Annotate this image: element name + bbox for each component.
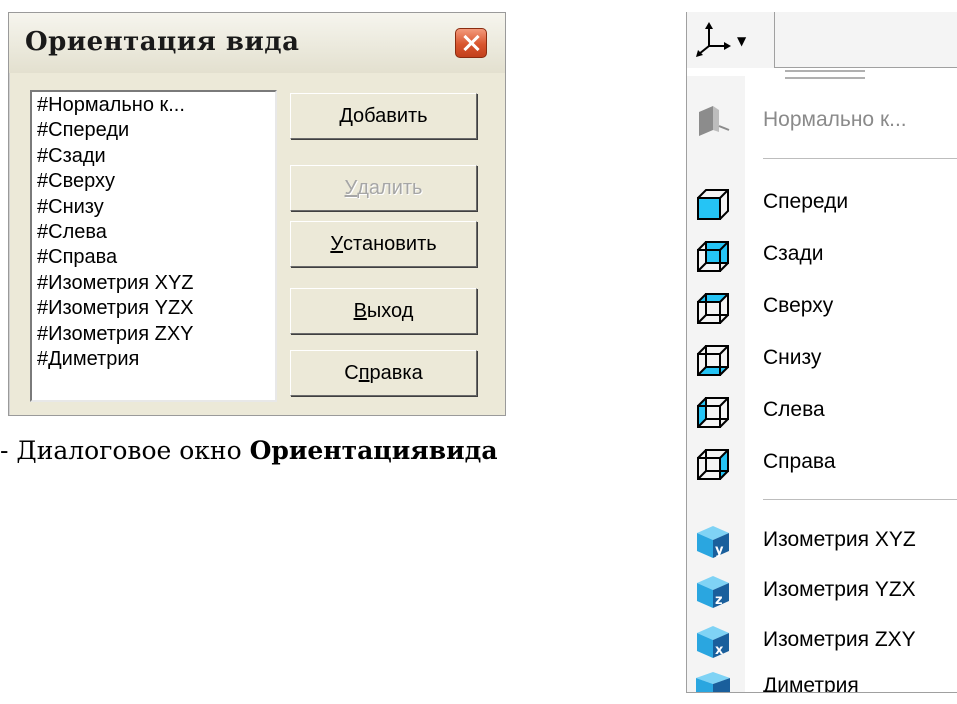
help-button[interactable]: Сп равка [290, 350, 477, 396]
menu-item-label: Нормально к... [763, 108, 907, 131]
axes-icon [696, 22, 731, 57]
left-view-icon [697, 397, 729, 428]
menu-item-label: Диметрия [763, 674, 859, 693]
menu-item-label: Слева [763, 398, 825, 421]
delete-button-accesskey: У [344, 176, 358, 199]
set-button-accesskey: У [330, 232, 344, 255]
bottom-view-icon [697, 345, 729, 376]
list-item[interactable]: #Слева [37, 220, 275, 245]
isometric-yzx-icon: z [697, 576, 729, 608]
menu-item-label: Спереди [763, 190, 849, 213]
help-button-label-pre: С [344, 361, 359, 384]
list-item[interactable]: #Нормально к... [37, 93, 275, 118]
cube-badge: z [715, 593, 723, 608]
cube-badge: y [715, 543, 724, 558]
add-button-label: обавить [352, 104, 428, 127]
menu-separator [763, 499, 957, 500]
menu-item-isometric-xyz[interactable]: y Изометрия XYZ [687, 516, 957, 568]
help-button-label: равка [369, 361, 423, 384]
add-button-accesskey: Д [339, 104, 353, 127]
dimetric-icon [696, 672, 730, 692]
menu-item-label: Справа [763, 450, 836, 473]
list-item[interactable]: #Диметрия [37, 347, 275, 372]
menu-item-label: Изометрия XYZ [763, 528, 916, 551]
menu-item-top[interactable]: Сверху [687, 282, 957, 334]
delete-button-label: далить [357, 176, 423, 199]
view-list[interactable]: #Нормально к... #Спереди #Сзади #Сверху … [30, 90, 277, 402]
set-button-label: становить [343, 232, 437, 255]
set-button[interactable]: Установить [290, 221, 477, 267]
dialog-titlebar[interactable]: Ориентация вида [9, 13, 505, 73]
cube-badge: x [715, 643, 724, 658]
exit-button-label: ыход [366, 299, 414, 322]
menu-item-normal[interactable]: Нормально к... [687, 96, 957, 148]
orientation-dropdown-button[interactable]: ▼ [687, 12, 775, 68]
isometric-xyz-icon: y [697, 526, 729, 558]
delete-button[interactable]: Удалить [290, 165, 477, 211]
orientation-dialog: Ориентация вида #Нормально к... #Спереди… [8, 12, 506, 416]
chevron-down-icon[interactable]: ▼ [737, 34, 746, 48]
right-view-icon [697, 449, 729, 480]
menu-separator [763, 158, 957, 159]
add-button[interactable]: Добавить [290, 93, 477, 139]
list-item[interactable]: #Изометрия XYZ [37, 271, 275, 296]
menu-item-left[interactable]: Слева [687, 386, 957, 438]
orientation-toolbar: ▼ Нормально к... Спереди Сзади Сверху Сн… [686, 12, 957, 693]
menu-item-isometric-yzx[interactable]: z Изометрия YZX [687, 566, 957, 618]
menu-item-label: Изометрия YZX [763, 578, 916, 601]
menu-item-right[interactable]: Справа [687, 438, 957, 490]
list-item[interactable]: #Сверху [37, 169, 275, 194]
menu-item-isometric-zxy[interactable]: x Изометрия ZXY [687, 616, 957, 668]
dialog-title: Ориентация вида [25, 27, 300, 57]
list-item[interactable]: #Спереди [37, 118, 275, 143]
menu-item-back[interactable]: Сзади [687, 230, 957, 282]
list-item[interactable]: #Снизу [37, 195, 275, 220]
menu-item-dimetric[interactable]: Диметрия [687, 662, 957, 693]
isometric-zxy-icon: x [697, 626, 729, 658]
menu-item-label: Снизу [763, 346, 822, 369]
menu-item-label: Изометрия ZXY [763, 628, 916, 651]
caption-bold: Ориентациявида [249, 436, 498, 465]
exit-button-accesskey: В [353, 299, 367, 322]
top-view-icon [697, 293, 729, 324]
menu-item-label: Сзади [763, 242, 824, 265]
front-view-icon [697, 189, 729, 220]
list-item[interactable]: #Справа [37, 245, 275, 270]
drag-handle[interactable] [785, 70, 865, 79]
menu-item-bottom[interactable]: Снизу [687, 334, 957, 386]
list-item[interactable]: #Изометрия YZX [37, 296, 275, 321]
back-view-icon [697, 241, 729, 272]
figure-caption: - Диалоговое окно Ориентациявида [0, 436, 498, 465]
close-icon[interactable] [455, 28, 487, 58]
menu-item-label: Сверху [763, 294, 834, 317]
normal-view-icon [699, 106, 730, 136]
exit-button[interactable]: Выход [290, 288, 477, 334]
caption-text: - Диалоговое окно [0, 436, 250, 465]
help-button-accesskey: п [358, 361, 370, 384]
list-item[interactable]: #Изометрия ZXY [37, 322, 275, 347]
list-item[interactable]: #Сзади [37, 144, 275, 169]
toolbar-divider [775, 67, 957, 68]
menu-item-front[interactable]: Спереди [687, 178, 957, 230]
